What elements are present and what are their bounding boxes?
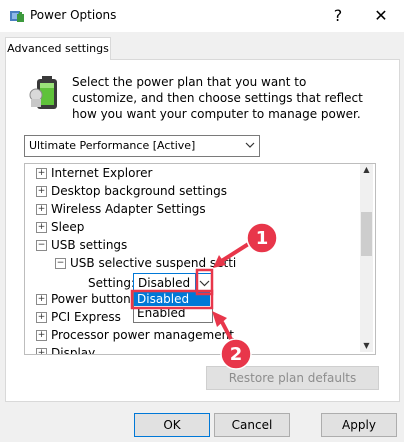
setting-label: Setting: <box>88 276 136 290</box>
restore-plan-defaults-button[interactable]: Restore plan defaults <box>206 366 379 390</box>
ok-button[interactable]: OK <box>134 413 210 437</box>
tree-item-desktop-background[interactable]: Desktop background settings <box>51 182 227 200</box>
help-button[interactable]: ? <box>326 4 350 28</box>
plan-select[interactable]: Ultimate Performance [Active] <box>24 135 260 157</box>
expand-icon[interactable]: + <box>36 330 47 341</box>
collapse-icon[interactable]: − <box>55 258 66 269</box>
tree-item-display[interactable]: Display <box>51 344 95 354</box>
option-disabled[interactable]: Disabled <box>134 292 210 306</box>
expand-icon[interactable]: + <box>36 186 47 197</box>
tree-item-sleep[interactable]: Sleep <box>51 218 84 236</box>
setting-select-value: Disabled <box>138 276 191 290</box>
scrollbar-thumb[interactable] <box>361 212 372 256</box>
expand-icon[interactable]: + <box>36 222 47 233</box>
tree-item-usb-selective-suspend[interactable]: USB selective suspend setti <box>70 254 236 272</box>
collapse-icon[interactable]: − <box>36 240 47 251</box>
option-enabled[interactable]: Enabled <box>134 306 210 320</box>
window-title: Power Options <box>30 8 117 22</box>
tree-item-usb-settings[interactable]: USB settings <box>51 236 127 254</box>
cancel-button[interactable]: Cancel <box>214 413 290 437</box>
tree-item-processor-power[interactable]: Processor power management <box>51 326 234 344</box>
tree-item-internet-explorer[interactable]: Internet Explorer <box>51 164 152 182</box>
scroll-down-icon[interactable]: ▼ <box>362 342 371 350</box>
close-button[interactable]: ✕ <box>366 4 396 28</box>
plan-description: Select the power plan that you want to c… <box>72 75 363 121</box>
scroll-up-icon[interactable]: ▲ <box>362 166 371 174</box>
expand-icon[interactable]: + <box>36 312 47 323</box>
battery-plan-icon <box>27 73 67 113</box>
expand-icon[interactable]: + <box>36 204 47 215</box>
plan-select-value: Ultimate Performance [Active] <box>29 139 196 152</box>
expand-icon[interactable]: + <box>36 348 47 354</box>
apply-button[interactable]: Apply <box>321 413 397 437</box>
power-options-icon <box>9 8 25 24</box>
tab-advanced-settings[interactable]: Advanced settings <box>5 37 111 60</box>
tree-item-wireless-adapter[interactable]: Wireless Adapter Settings <box>51 200 206 218</box>
expand-icon[interactable]: + <box>36 294 47 305</box>
tree-item-pci-express[interactable]: PCI Express <box>51 308 121 326</box>
settings-tree[interactable]: Internet Explorer Desktop background set… <box>24 163 376 355</box>
expand-icon[interactable]: + <box>36 168 47 179</box>
tree-scrollbar[interactable] <box>360 164 373 352</box>
chevron-down-icon <box>245 142 255 148</box>
tree-item-power-buttons[interactable]: Power buttons <box>51 290 137 308</box>
